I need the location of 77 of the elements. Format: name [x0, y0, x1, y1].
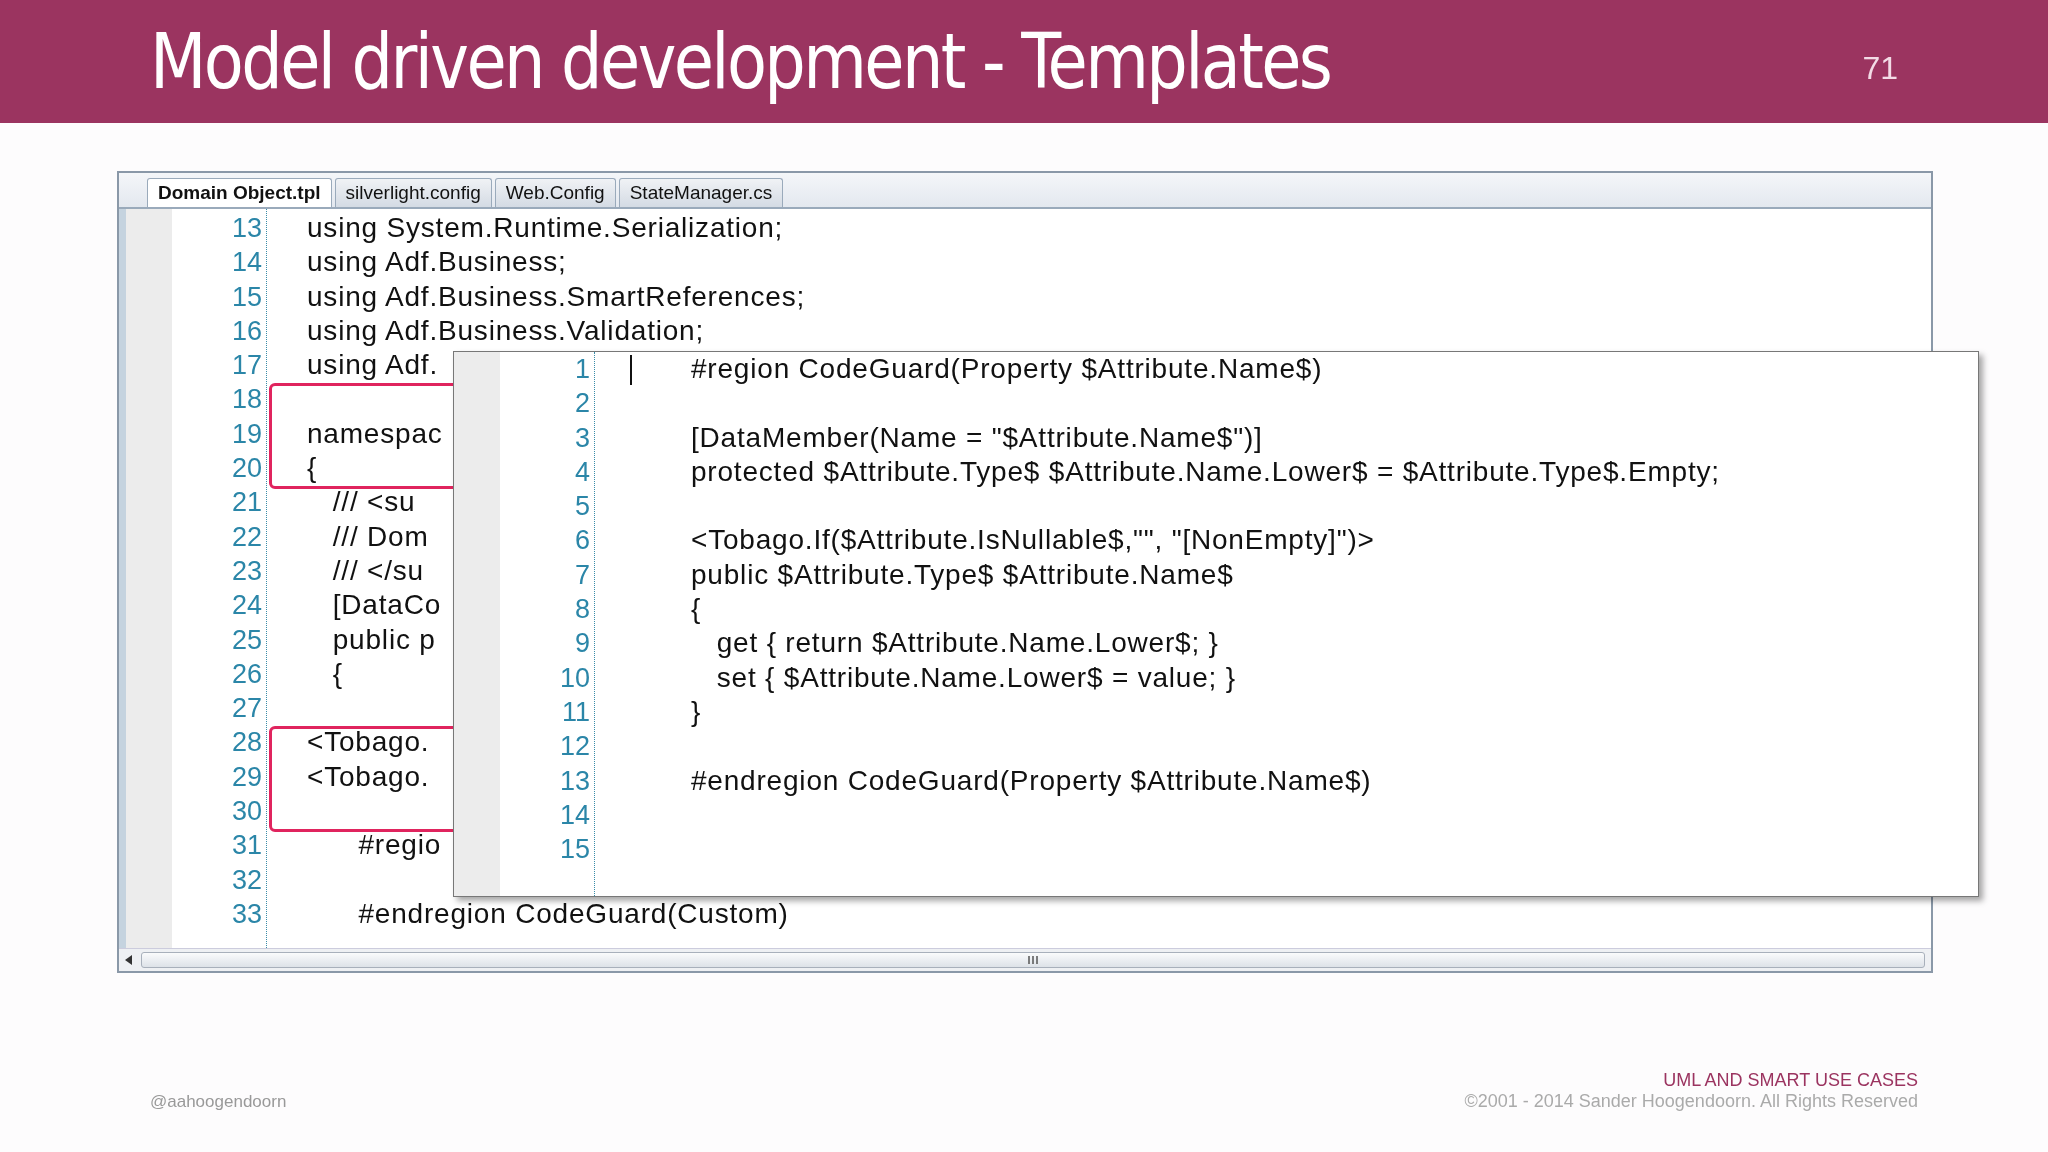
code-line: public p	[331, 622, 436, 657]
line-number: 13	[230, 212, 263, 245]
line-number: 14	[230, 246, 263, 280]
code-line: /// <su	[331, 485, 416, 520]
course-title: UML AND SMART USE CASES	[1663, 1070, 1918, 1091]
line-number: 15	[558, 833, 591, 867]
code-line: namespac	[307, 416, 443, 451]
line-number: 20	[230, 452, 263, 486]
line-number: 19	[230, 417, 263, 451]
slide-title: Model driven development - Templates	[150, 17, 1331, 106]
line-number: 21	[230, 486, 263, 520]
code-line: using Adf.Business.Validation;	[307, 313, 705, 348]
line-number: 1	[573, 353, 591, 386]
line-number: 27	[230, 692, 263, 726]
code-line: {	[691, 592, 702, 627]
line-number: 23	[230, 554, 263, 588]
line-number: 28	[230, 726, 263, 760]
line-number: 15	[230, 280, 263, 314]
horizontal-scrollbar[interactable]	[119, 948, 1931, 971]
code-line: #region CodeGuard(Property $Attribute.Name$)	[691, 352, 1323, 386]
line-number: 14	[558, 798, 591, 832]
code-line: {	[307, 451, 318, 486]
line-number: 29	[230, 760, 263, 794]
line-number: 5	[573, 490, 591, 524]
text-cursor	[630, 355, 632, 385]
copyright-notice: ©2001 - 2014 Sander Hoogendoorn. All Rights Reserved	[1464, 1091, 1918, 1112]
line-number: 33	[230, 897, 263, 931]
code-line: /// </su	[331, 553, 424, 588]
line-number: 7	[573, 558, 591, 592]
line-number: 11	[560, 695, 591, 729]
line-number: 22	[230, 520, 263, 554]
author-handle: @aahoogendoorn	[150, 1092, 287, 1112]
line-number: 24	[230, 589, 263, 623]
code-line: }	[691, 694, 702, 729]
line-number: 16	[230, 314, 263, 348]
line-number: 4	[573, 455, 591, 489]
line-number: 32	[230, 863, 263, 897]
code-line: using System.Runtime.Serialization;	[307, 211, 784, 245]
code-line: set { $Attribute.Name.Lower$ = value; }	[715, 660, 1236, 695]
code-line: protected $Attribute.Type$ $Attribute.Name.Lower$ = $Attribute.Type$.Empty;	[691, 454, 1720, 489]
grip-icon	[1028, 956, 1038, 964]
code-line: #regio	[357, 828, 442, 863]
page-number: 71	[1862, 50, 1898, 87]
line-number: 10	[558, 661, 591, 695]
line-number: 6	[573, 524, 591, 558]
code-line: <Tobago.If($Attribute.IsNullable$,"", "[NonEmpty]")>	[691, 523, 1375, 558]
line-number: 18	[230, 383, 263, 417]
file-tab[interactable]: Web.Config	[494, 178, 616, 207]
scrollbar-thumb[interactable]	[141, 952, 1925, 968]
code-line: /// Dom	[331, 519, 429, 554]
line-number: 30	[230, 795, 263, 829]
code-line: using Adf.Business.SmartReferences;	[307, 279, 805, 314]
file-tab[interactable]: Domain Object.tpl	[147, 178, 332, 207]
code-line: using Adf.	[307, 348, 438, 383]
code-line: <Tobago.	[307, 759, 430, 794]
code-line: get { return $Attribute.Name.Lower$; }	[715, 626, 1219, 661]
code-line: <Tobago.	[307, 725, 430, 760]
code-line: #endregion CodeGuard(Custom)	[357, 896, 789, 931]
code-line: using Adf.Business;	[307, 245, 567, 280]
code-line: [DataMember(Name = "$Attribute.Name$")]	[691, 420, 1263, 455]
line-number: 8	[573, 593, 591, 627]
code-line: {	[331, 656, 343, 691]
code-line: #endregion CodeGuard(Property $Attribute.Name$)	[691, 763, 1372, 798]
line-number: 25	[230, 623, 263, 657]
line-number: 12	[558, 730, 591, 764]
code-line: public $Attribute.Type$ $Attribute.Name$	[691, 557, 1234, 592]
line-number: 9	[573, 627, 591, 661]
line-number: 13	[558, 764, 591, 798]
code-line: [DataCo	[331, 588, 442, 623]
line-number: 2	[573, 387, 591, 421]
line-number: 26	[230, 657, 263, 691]
line-number: 31	[230, 829, 263, 863]
file-tab[interactable]: StateManager.cs	[618, 178, 784, 207]
file-tab[interactable]: silverlight.config	[334, 178, 492, 207]
line-number: 3	[573, 421, 591, 455]
scroll-left-icon[interactable]	[125, 955, 133, 965]
line-number: 17	[230, 349, 263, 383]
